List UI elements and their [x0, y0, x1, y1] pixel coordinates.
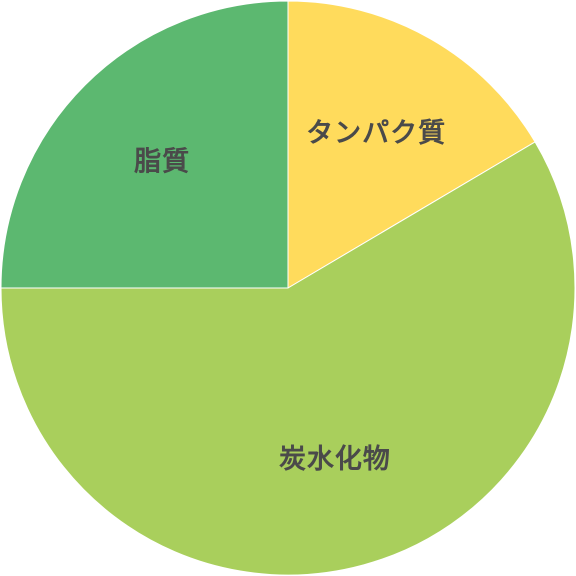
pie-label-protein: タンパク質	[306, 118, 446, 149]
pie-label-carbohydrate: 炭水化物	[279, 444, 391, 475]
pie-slices	[0, 0, 576, 576]
pie-label-fat: 脂質	[134, 147, 190, 178]
pie-chart: タンパク質炭水化物 脂質	[0, 0, 576, 576]
pie-slice-fat	[0, 0, 289, 289]
